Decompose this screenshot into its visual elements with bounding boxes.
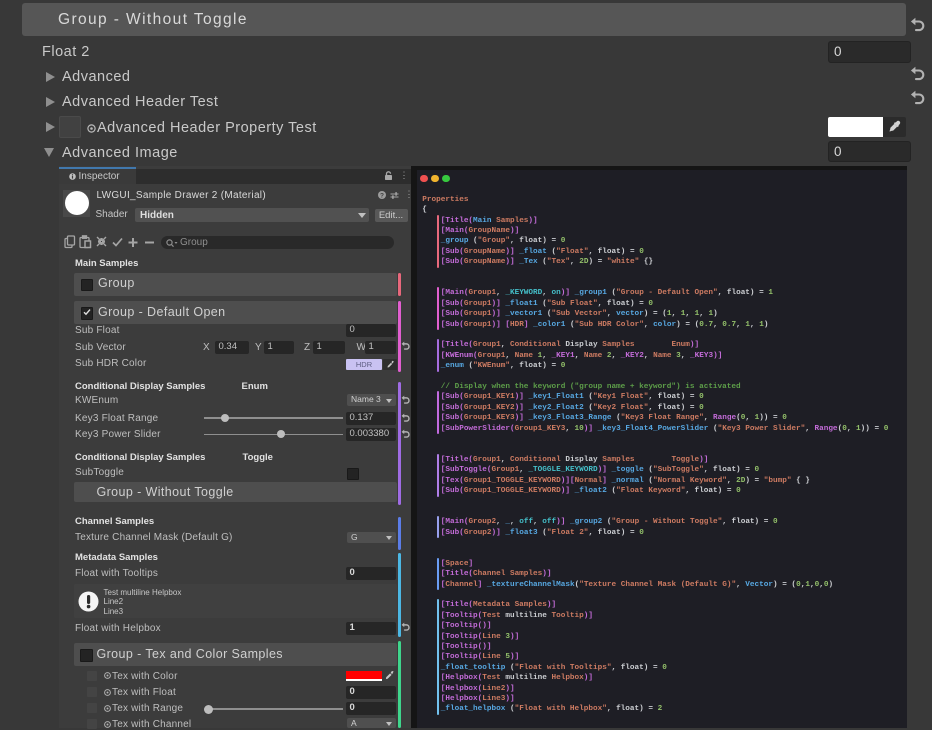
svg-text:?: ? [380, 192, 384, 199]
